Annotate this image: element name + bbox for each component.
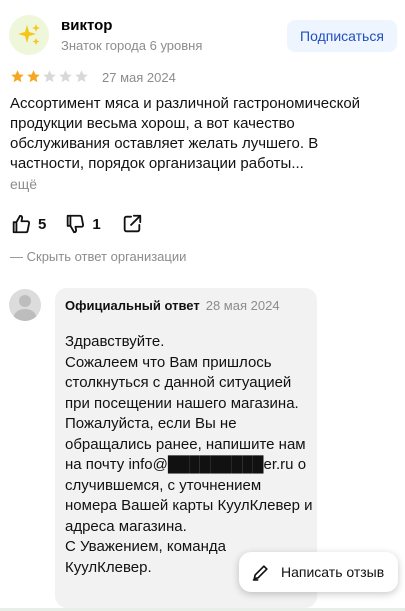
thumbs-down-icon bbox=[67, 214, 85, 234]
like-count: 5 bbox=[38, 215, 47, 233]
subscribe-button[interactable]: Подписаться bbox=[287, 20, 397, 52]
author-level: Знаток города 6 уровня bbox=[61, 38, 203, 53]
star-filled-icon bbox=[27, 70, 40, 83]
more-link[interactable]: ещё bbox=[10, 175, 37, 193]
hide-reply-link[interactable]: — Скрыть ответ организации bbox=[10, 249, 186, 265]
reply-header: Официальный ответ 28 мая 2024 bbox=[65, 297, 280, 315]
rating-stars bbox=[10, 69, 89, 84]
thumbs-up-icon bbox=[12, 214, 31, 234]
user-placeholder-icon bbox=[13, 295, 37, 321]
review-text: Ассортимент мяса и различной гастрономич… bbox=[10, 95, 361, 172]
dislike-button[interactable]: 1 bbox=[64, 213, 101, 235]
reply-date: 28 мая 2024 bbox=[205, 298, 280, 313]
author-avatar[interactable] bbox=[9, 15, 49, 55]
like-button[interactable]: 5 bbox=[10, 213, 46, 235]
organization-avatar bbox=[9, 289, 41, 321]
share-button[interactable] bbox=[121, 213, 143, 235]
dislike-count: 1 bbox=[92, 215, 101, 233]
write-review-label: Написать отзыв bbox=[281, 564, 385, 580]
star-filled-icon bbox=[11, 70, 24, 83]
star-empty-icon bbox=[59, 70, 72, 83]
review-card: виктор Знаток города 6 уровня Подписатьс… bbox=[0, 0, 405, 611]
star-empty-icon bbox=[43, 70, 56, 83]
review-actions: 5 1 bbox=[10, 212, 143, 236]
star-empty-icon bbox=[75, 70, 88, 83]
reply-text: Здравствуйте. Сожалеем что Вам пришлось … bbox=[65, 333, 313, 576]
sparkles-icon bbox=[18, 24, 40, 45]
reply-label: Официальный ответ bbox=[65, 298, 200, 313]
share-icon bbox=[123, 214, 141, 233]
review-date: 27 мая 2024 bbox=[102, 70, 176, 85]
pencil-icon bbox=[252, 565, 268, 581]
author-name[interactable]: виктор bbox=[61, 16, 112, 36]
write-review-button[interactable]: Написать отзыв bbox=[239, 552, 398, 592]
